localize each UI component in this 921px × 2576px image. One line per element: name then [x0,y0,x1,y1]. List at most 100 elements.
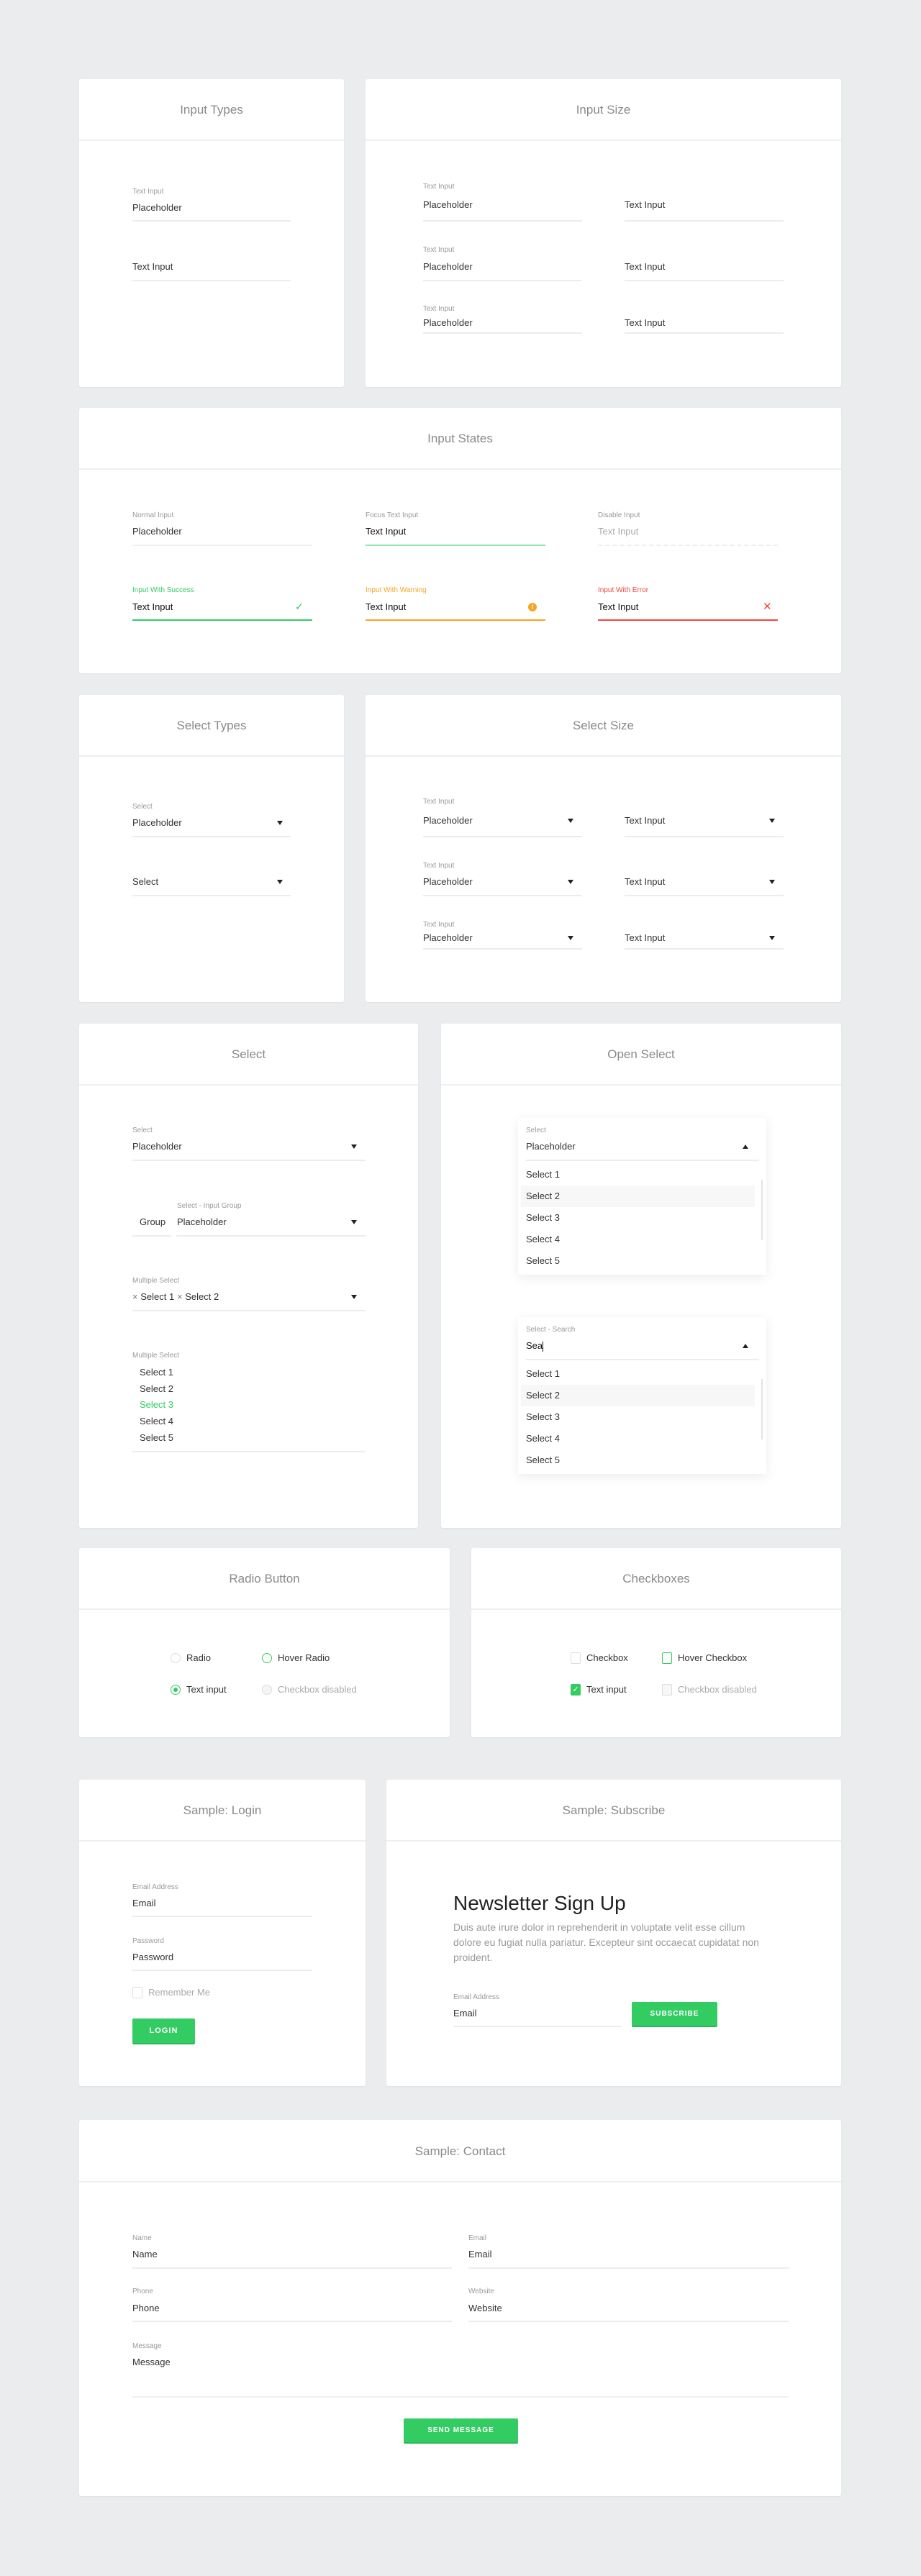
field-label: Text Input [423,305,455,313]
list-option[interactable]: Select 5 [140,1432,173,1444]
input-underline [598,619,778,621]
radio-label: Hover Radio [278,1652,330,1663]
select-dropdown[interactable]: Text Input [625,932,665,944]
checkbox-checked[interactable]: ✓ [571,1684,581,1696]
select-dropdown[interactable]: Text Input [625,815,665,827]
chevron-up-icon[interactable] [743,1344,748,1348]
input-underline [598,545,778,546]
success-input[interactable]: Text Input [132,601,173,613]
scrollbar[interactable] [761,1379,763,1439]
select-dropdown[interactable]: Placeholder [132,1141,182,1152]
error-input[interactable]: Text Input [598,601,638,613]
select-dropdown[interactable]: Placeholder [423,932,473,944]
search-input[interactable]: Sea [526,1340,544,1352]
subscribe-button[interactable]: SUBSCRIBE [632,2002,717,2027]
email-field[interactable]: Email [453,2008,477,2019]
password-field[interactable]: Password [132,1952,173,1963]
input-underline [132,220,291,222]
dropdown-option[interactable]: Select 4 [521,1229,755,1250]
dropdown-option-hovered[interactable]: Select 2 [521,1185,755,1207]
scrollbar[interactable] [761,1180,763,1240]
radio-button-checked[interactable] [171,1685,181,1695]
input-group-addon: Group [140,1216,166,1227]
select-value[interactable]: Placeholder [526,1141,576,1152]
focus-input[interactable]: Text Input [366,526,406,537]
checkbox-disabled [662,1684,672,1696]
list-option[interactable]: Select 4 [140,1416,173,1427]
remember-me-checkbox[interactable] [132,1987,142,1998]
dropdown-option[interactable]: Select 5 [521,1250,755,1272]
chevron-down-icon [568,936,573,940]
dropdown-option[interactable]: Select 1 [521,1164,755,1185]
dropdown-option-hovered[interactable]: Select 2 [521,1385,755,1406]
input-underline [423,280,582,281]
radio-button-hover[interactable] [262,1653,272,1663]
radio-button[interactable] [171,1653,181,1663]
card-title: Sample: Contact [79,2120,841,2183]
checkbox-hover[interactable] [662,1652,672,1664]
chevron-down-icon [351,1144,357,1149]
chevron-up-icon[interactable] [743,1144,748,1149]
send-message-button[interactable]: SEND MESSAGE [404,2418,518,2444]
select-dropdown[interactable]: Placeholder [423,876,473,888]
select-underline [526,1160,759,1161]
error-input-label: Input With Error [598,586,649,594]
list-option[interactable]: Select 1 [140,1367,173,1378]
website-field[interactable]: Website [468,2303,502,2314]
field-label: Multiple Select [132,1277,180,1285]
text-input[interactable]: Text Input [132,261,173,273]
field-label: Text Input [423,862,455,870]
card-title: Checkboxes [471,1548,841,1610]
name-field[interactable]: Name [132,2249,158,2260]
email-field[interactable]: Email [132,1898,156,1909]
email-label: Email Address [132,1883,178,1891]
check-icon: ✓ [295,601,304,612]
select-types-card: Select Types Select Placeholder Select [79,695,344,1002]
text-input[interactable]: Placeholder [423,317,473,329]
checkbox[interactable] [571,1652,581,1664]
dropdown-option[interactable]: Select 1 [521,1363,755,1385]
subscribe-card: Sample: Subscribe Newsletter Sign Up Dui… [386,1780,841,2086]
input-types-card: Input Types Text Input Placeholder Text … [79,79,344,387]
warning-input[interactable]: Text Input [366,601,406,613]
selected-chip[interactable]: × Select 1 [132,1291,174,1303]
login-button[interactable]: LOGIN [132,2019,195,2044]
select-dropdown[interactable]: Text Input [625,876,665,888]
chevron-down-icon[interactable] [351,1295,357,1299]
dropdown-option[interactable]: Select 3 [521,1207,755,1229]
input-underline [423,332,582,334]
dropdown-option[interactable]: Select 5 [521,1449,755,1471]
remove-icon[interactable]: × [177,1291,183,1302]
radio-card: Radio Button Radio Hover Radio Text inpu… [79,1548,450,1737]
normal-input-label: Normal Input [132,511,174,519]
list-option-selected[interactable]: Select 3 [140,1399,173,1411]
input-underline [423,220,582,222]
select-underline [176,1235,366,1237]
list-option[interactable]: Select 2 [140,1383,173,1395]
card-title: Input Size [366,79,841,141]
text-input[interactable]: Text Input [625,261,665,273]
text-input[interactable]: Text Input [625,317,665,329]
selected-chip[interactable]: × Select 2 [177,1291,219,1303]
select-underline [625,948,784,950]
field-label: Text Input [132,188,164,196]
text-input[interactable]: Placeholder [132,202,182,214]
input-underline [468,2267,789,2269]
select-dropdown[interactable]: Placeholder [177,1216,227,1228]
phone-field[interactable]: Phone [132,2303,160,2314]
select-dropdown[interactable]: Placeholder [423,815,473,827]
text-input[interactable]: Text Input [625,199,665,211]
chevron-down-icon [277,880,283,884]
open-select-dropdown: Select Placeholder Select 1 Select 2 Sel… [518,1118,766,1275]
text-input[interactable]: Placeholder [423,199,473,211]
remove-icon[interactable]: × [132,1291,138,1302]
email-field[interactable]: Email [468,2249,492,2260]
message-textarea[interactable]: Message [132,2357,171,2368]
dropdown-option[interactable]: Select 3 [521,1406,755,1428]
list-underline [132,1451,366,1452]
text-input[interactable]: Placeholder [423,261,473,273]
disabled-input: Text Input [598,526,639,537]
dropdown-option[interactable]: Select 4 [521,1428,755,1449]
select-underline [423,836,582,837]
normal-input[interactable]: Placeholder [132,526,182,537]
